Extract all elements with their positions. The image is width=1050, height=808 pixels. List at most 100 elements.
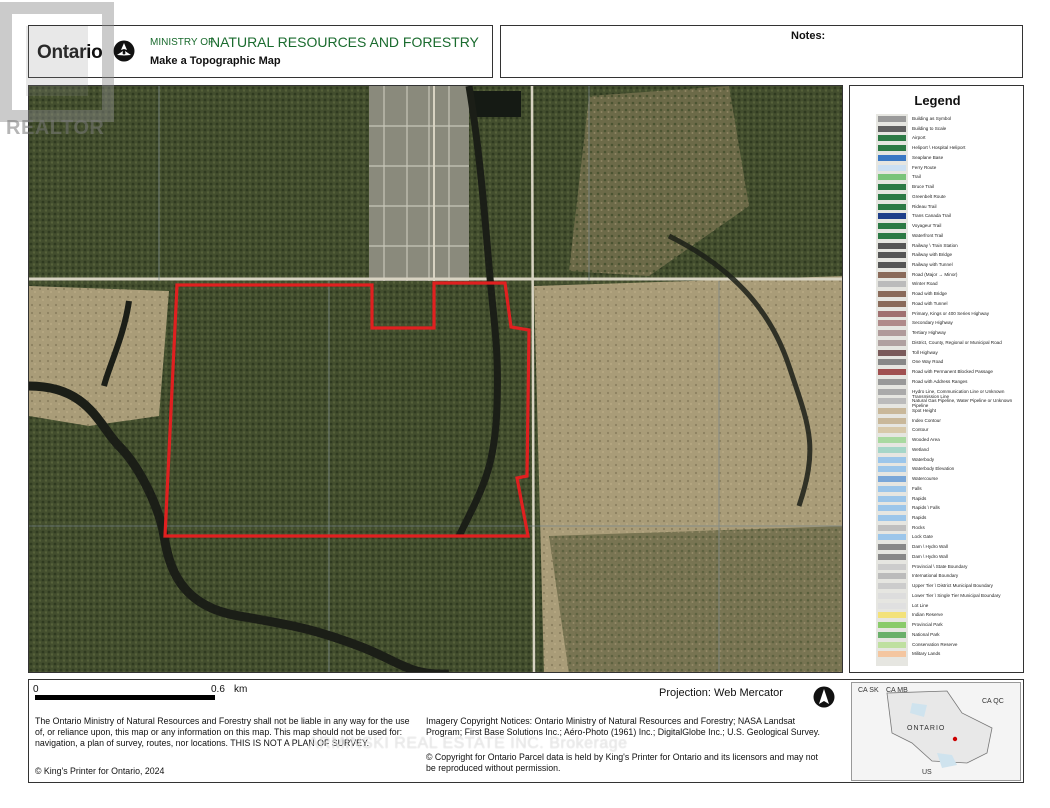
legend-item-label: Rapids \ Falls: [912, 505, 940, 511]
legend-swatch: [878, 261, 906, 268]
map-title: Make a Topographic Map: [150, 55, 281, 67]
projection-label: Projection: Web Mercator: [659, 687, 783, 699]
legend-item-label: Waterbody Elevation: [912, 466, 955, 472]
inset-label-mb: CA MB: [886, 687, 908, 694]
aerial-map[interactable]: [28, 85, 843, 673]
legend-item-label: Winter Road: [912, 281, 938, 287]
legend-item-label: Tertiary Highway: [912, 330, 946, 336]
legend-item-label: Road with Address Ranges: [912, 378, 968, 384]
scale-start-label: 0: [33, 684, 39, 695]
legend-swatch: [878, 388, 906, 395]
inset-label-qc: CA QC: [982, 698, 1004, 705]
legend-item-label: Natural Gas Pipeline, Water Pipeline or …: [912, 398, 1013, 409]
legend-item-label: Railway with Tunnel: [912, 261, 953, 267]
legend-swatch: [878, 622, 906, 629]
legend-item-label: Trans Canada Trail: [912, 213, 951, 219]
legend-item-label: Index Contour: [912, 417, 941, 423]
legend-swatch: [878, 213, 906, 220]
legend-swatch: [878, 252, 906, 259]
legend-swatch: [878, 164, 906, 171]
legend-swatch: [878, 544, 906, 551]
legend-item-label: Conservation Reserve: [912, 641, 958, 647]
legend-swatch: [878, 515, 906, 522]
scale-distance-label: 0.6: [211, 684, 225, 695]
legend-panel: Legend Building as Symbol Building to Sca…: [849, 85, 1024, 673]
legend-item-label: Airport: [912, 135, 926, 141]
legend-item-label: Wooded Area: [912, 437, 940, 443]
legend-swatch: [878, 203, 906, 210]
legend-item-label: Spot Height: [912, 407, 937, 413]
legend-item-label: Greenbelt Route: [912, 193, 946, 199]
legend-swatch: [878, 398, 906, 405]
legend-item-label: Seaplane Base: [912, 154, 944, 160]
legend-swatch: [878, 612, 906, 619]
legend-swatch: [878, 437, 906, 444]
legend-swatch: [878, 505, 906, 512]
legend-swatch: [878, 602, 906, 609]
legend-item-label: Military Lands: [912, 651, 941, 657]
legend-item-label: Rocks: [912, 524, 925, 530]
kings-printer-text: © King's Printer for Ontario, 2024: [35, 766, 165, 776]
notes-label: Notes:: [791, 30, 826, 42]
legend-swatch: [878, 242, 906, 249]
legend-item-label: Bruce Trail: [912, 184, 934, 190]
legend-swatch: [878, 378, 906, 385]
legend-item-label: One Way Road: [912, 359, 944, 365]
legend-item-label: Road with Permanent Blocked Passage: [912, 369, 993, 375]
legend-title: Legend: [914, 93, 961, 108]
legend-item-label: Wetland: [912, 446, 929, 452]
legend-swatch: [878, 232, 906, 239]
legend-swatch: [878, 417, 906, 424]
legend-swatch: [878, 476, 906, 483]
legend-swatch: [878, 349, 906, 356]
brokerage-watermark: ARMINSKI REAL ESTATE INC. Brokerage: [308, 735, 628, 752]
footer-panel: 0 0.6 km The Ontario Ministry of Natural…: [28, 679, 1024, 783]
legend-swatch: [878, 359, 906, 366]
legend-swatch: [878, 135, 906, 142]
legend-swatch: [878, 125, 906, 132]
aerial-imagery: [29, 86, 842, 672]
legend-swatch: [878, 446, 906, 453]
legend-item-label: International Boundary: [912, 573, 959, 579]
realtor-watermark-text: REALTOR: [6, 117, 105, 139]
inset-label-sk: CA SK: [858, 687, 879, 694]
locator-inset-map: CA SK CA MB ONTARIO CA QC US: [851, 682, 1021, 781]
legend-item-label: Voyageur Trail: [912, 223, 942, 229]
ministry-prefix: MINISTRY OF: [150, 37, 215, 48]
legend-swatch: [878, 291, 906, 298]
legend-item-label: Provincial Park: [912, 622, 943, 628]
legend-item-label: Rideau Trail: [912, 203, 937, 209]
ministry-name: NATURAL RESOURCES AND FORESTRY: [210, 34, 479, 50]
legend-item-label: Railway \ Train Station: [912, 242, 958, 248]
legend-swatch: [878, 320, 906, 327]
legend-swatch: [878, 563, 906, 570]
legend-swatch: [878, 485, 906, 492]
legend-item-label: Indian Reserve: [912, 612, 943, 618]
legend-item-label: Dam \ Hydro Wall: [912, 544, 948, 550]
legend-swatch: [878, 223, 906, 230]
legend-swatch: [878, 300, 906, 307]
legend-item-label: Railway with Bridge: [912, 252, 953, 258]
legend-swatch: [878, 193, 906, 200]
legend-swatch: [878, 281, 906, 288]
legend-swatch: [878, 553, 906, 560]
legend-item-label: Hydro Line, Communication Line or Unknow…: [912, 388, 1005, 399]
legend-item-label: Waterbody: [912, 456, 935, 462]
legend-item-label: Primary, Kings or 400 Series Highway: [912, 310, 990, 316]
legend-item-label: National Park: [912, 631, 940, 637]
legend-swatch: [878, 330, 906, 337]
notes-panel[interactable]: Notes:: [500, 25, 1023, 78]
legend-swatch: [878, 583, 906, 590]
legend-item-label: Contour: [912, 427, 929, 433]
legend-swatch: [878, 154, 906, 161]
legend-swatch: [878, 339, 906, 346]
legend-swatch: [878, 534, 906, 541]
legend-item-label: Road with Tunnel: [912, 300, 948, 306]
legend-swatch: [878, 631, 906, 638]
legend-swatch: [878, 116, 906, 122]
legend-swatch: [878, 651, 906, 658]
legend-swatch: [878, 271, 906, 278]
legend-item-label: Provincial \ State Boundary: [912, 563, 968, 569]
north-arrow-icon: [813, 686, 835, 708]
legend-item-label: Dam \ Hydro Wall: [912, 553, 948, 559]
